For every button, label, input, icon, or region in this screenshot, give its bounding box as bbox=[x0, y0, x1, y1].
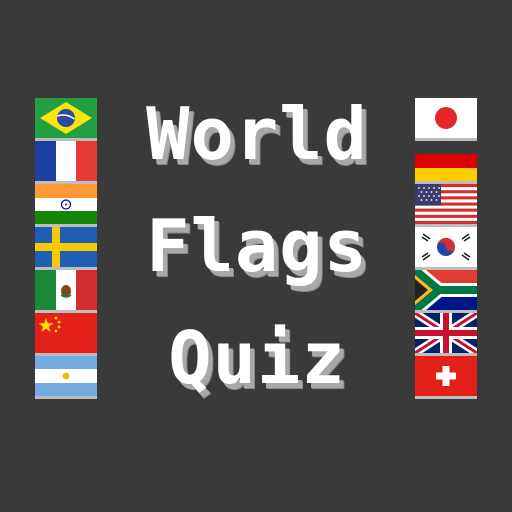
mexico-flag bbox=[35, 270, 97, 310]
usa-flag bbox=[415, 184, 477, 224]
game-title: World Flags Quiz bbox=[118, 78, 396, 414]
argentina-flag bbox=[35, 356, 97, 396]
china-flag bbox=[35, 313, 97, 353]
brazil-flag bbox=[35, 98, 97, 138]
title-line-1: World bbox=[146, 92, 368, 176]
south-africa-flag bbox=[415, 270, 477, 310]
india-flag bbox=[35, 184, 97, 224]
france-flag bbox=[35, 141, 97, 181]
uk-flag bbox=[415, 313, 477, 353]
title-line-3: Quiz bbox=[168, 316, 346, 400]
right-flag-column bbox=[415, 98, 477, 399]
south-korea-flag bbox=[415, 227, 477, 267]
title-line-2: Flags bbox=[146, 204, 368, 288]
switzerland-flag bbox=[415, 356, 477, 396]
japan-flag bbox=[415, 98, 477, 138]
germany-flag bbox=[415, 141, 477, 181]
sweden-flag bbox=[35, 227, 97, 267]
left-flag-column bbox=[35, 98, 97, 399]
